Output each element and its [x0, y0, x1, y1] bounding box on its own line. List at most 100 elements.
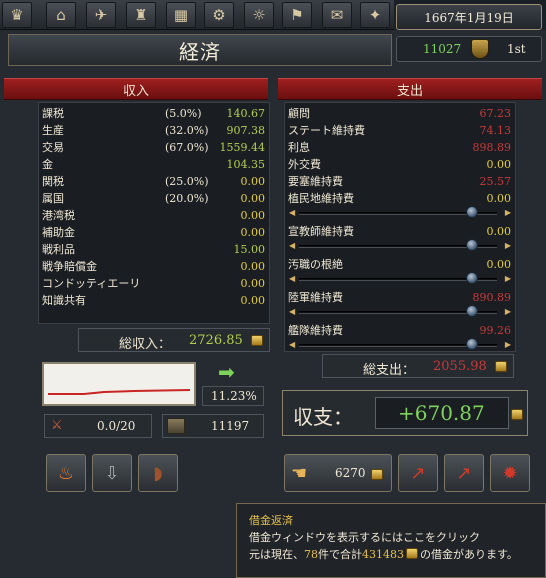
expense-slider-value: 890.89	[472, 291, 512, 304]
expense-slider-value: 0.00	[486, 225, 512, 238]
slider-knob[interactable]	[466, 338, 478, 350]
repay-loan-button[interactable]: ↗	[398, 454, 438, 492]
idea-lightbulb-icon[interactable]: ☼	[244, 2, 274, 28]
expense-slider-row: 宣教師維持費 0.00	[285, 223, 515, 240]
income-row-label: 金	[42, 158, 53, 171]
income-row-value: 15.00	[233, 243, 266, 256]
slider-left-arrow-icon[interactable]: ◀	[289, 208, 295, 218]
slider-right-arrow-icon[interactable]: ▶	[505, 208, 511, 218]
tooltip-line2-mid: 件で合計	[318, 548, 362, 561]
tooltip: 借金返済 借金ウィンドウを表示するにはここをクリック 元は現在、78件で合計43…	[236, 503, 546, 578]
war-taxes-button[interactable]: ◗	[138, 454, 178, 492]
page-title-text: 経済	[179, 39, 221, 64]
flag-map-icon[interactable]: ⚑	[282, 2, 312, 28]
expense-slider[interactable]: ◀ ▶	[289, 338, 511, 350]
total-income-label: 総収入：	[119, 337, 172, 352]
slider-knob[interactable]	[466, 239, 478, 251]
income-row: 交易 (67.0%) 1559.44	[39, 139, 269, 156]
tooltip-line2: 元は現在、78件で合計431483 の借金があります。	[249, 546, 545, 563]
map-down-icon: ⇩	[104, 462, 120, 484]
loan-stat-value: 11197	[211, 419, 250, 433]
tooltip-line2-prefix: 元は現在、	[249, 548, 304, 561]
treasury-status: 11027 1st	[396, 36, 542, 62]
income-header-label: 収入	[122, 83, 149, 99]
date-text: 1667年1月19日	[424, 10, 514, 25]
income-row-value: 0.00	[240, 277, 266, 290]
expense-row: 顧問 67.23	[285, 105, 515, 122]
expense-slider[interactable]: ◀ ▶	[289, 305, 511, 317]
bankruptcy-button[interactable]: ✹	[490, 454, 530, 492]
expense-row: 要塞維持費 25.57	[285, 173, 515, 190]
expense-slider-label: 汚職の根絶	[288, 258, 343, 271]
hand-coins-icon: ☚	[291, 463, 308, 484]
expense-row: 利息 898.89	[285, 139, 515, 156]
income-row: 生産 (32.0%) 907.38	[39, 122, 269, 139]
income-row-value: 140.67	[226, 107, 266, 120]
expense-row-value: 25.57	[479, 175, 512, 188]
income-row-label: 戦争賠償金	[42, 260, 97, 273]
slider-right-arrow-icon[interactable]: ▶	[505, 307, 511, 317]
expense-row-label: ステート維持費	[288, 124, 365, 137]
income-graph[interactable]	[42, 362, 196, 406]
coin-icon	[406, 548, 418, 559]
inflation-box[interactable]: ⚔ 0.0/20	[44, 414, 152, 438]
income-row-label: 関税	[42, 175, 64, 188]
expense-slider[interactable]: ◀ ▶	[289, 272, 511, 284]
slider-knob[interactable]	[466, 305, 478, 317]
production-gear-icon[interactable]: ⚙	[204, 2, 234, 28]
diplomacy-dove-icon[interactable]: ✈	[86, 2, 116, 28]
income-row: 港湾税 0.00	[39, 207, 269, 224]
loan-stat-box[interactable]: 11197	[162, 414, 264, 438]
military-icon[interactable]: ♜	[126, 2, 156, 28]
income-row: 属国 (20.0%) 0.00	[39, 190, 269, 207]
inflation-icon: ⚔	[51, 418, 63, 433]
total-expense-box: 総支出： 2055.98	[322, 354, 514, 378]
income-row-value: 0.00	[240, 294, 266, 307]
letter-scroll-icon[interactable]: ✉	[322, 2, 352, 28]
slider-left-arrow-icon[interactable]: ◀	[289, 241, 295, 251]
court-icon[interactable]: ⌂	[46, 2, 76, 28]
expense-slider[interactable]: ◀ ▶	[289, 206, 511, 218]
income-row: 知識共有 0.00	[39, 292, 269, 309]
income-row: 関税 (25.0%) 0.00	[39, 173, 269, 190]
slider-left-arrow-icon[interactable]: ◀	[289, 340, 295, 350]
expense-slider-row: 艦隊維持費 99.26	[285, 322, 515, 339]
balance-label: 収支：	[293, 405, 353, 429]
income-row-label: 戦利品	[42, 243, 75, 256]
expense-row-value: 0.00	[486, 158, 512, 171]
expense-slider-label: 植民地維持費	[288, 192, 354, 205]
slider-left-arrow-icon[interactable]: ◀	[289, 307, 295, 317]
crown-icon[interactable]: ♛	[2, 2, 32, 28]
income-row-pct: (25.0%)	[165, 175, 209, 188]
income-row-pct: (5.0%)	[165, 107, 202, 120]
slider-right-arrow-icon[interactable]: ▶	[505, 274, 511, 284]
slider-knob[interactable]	[466, 272, 478, 284]
coins-arrow-icon: ↗	[410, 462, 426, 484]
inflation-value: 0.0/20	[97, 419, 136, 433]
income-row-label: 知識共有	[42, 294, 86, 307]
slider-right-arrow-icon[interactable]: ▶	[505, 241, 511, 251]
take-loan-value: 6270	[335, 466, 366, 480]
income-row-value: 907.38	[226, 124, 266, 137]
expense-row-label: 顧問	[288, 107, 310, 120]
income-row-value: 0.00	[240, 209, 266, 222]
date-display[interactable]: 1667年1月19日	[396, 4, 542, 30]
page-title: 経済	[8, 34, 392, 66]
explosion-icon: ✹	[502, 462, 518, 484]
income-row-pct: (67.0%)	[165, 141, 209, 154]
repay-all-loans-button[interactable]: ↗	[444, 454, 484, 492]
income-row-label: コンドッティエーリ	[42, 277, 141, 290]
trade-goods-icon[interactable]: ▦	[166, 2, 196, 28]
take-loan-button[interactable]: ☚ 6270	[284, 454, 392, 492]
balance-value: +670.87	[398, 401, 485, 425]
slider-knob[interactable]	[466, 206, 478, 218]
raise-taxes-button[interactable]: ♨	[46, 454, 86, 492]
top-toolbar: ♛ ⌂ ✈ ♜ ▦ ⚙ ☼ ⚑ ✉ ✦	[0, 0, 394, 30]
slider-right-arrow-icon[interactable]: ▶	[505, 340, 511, 350]
income-row-value: 0.00	[240, 192, 266, 205]
debase-currency-button[interactable]: ⇩	[92, 454, 132, 492]
expense-slider[interactable]: ◀ ▶	[289, 239, 511, 251]
slider-left-arrow-icon[interactable]: ◀	[289, 274, 295, 284]
religion-icon[interactable]: ✦	[360, 2, 390, 28]
total-income-value: 2726.85	[189, 333, 243, 348]
